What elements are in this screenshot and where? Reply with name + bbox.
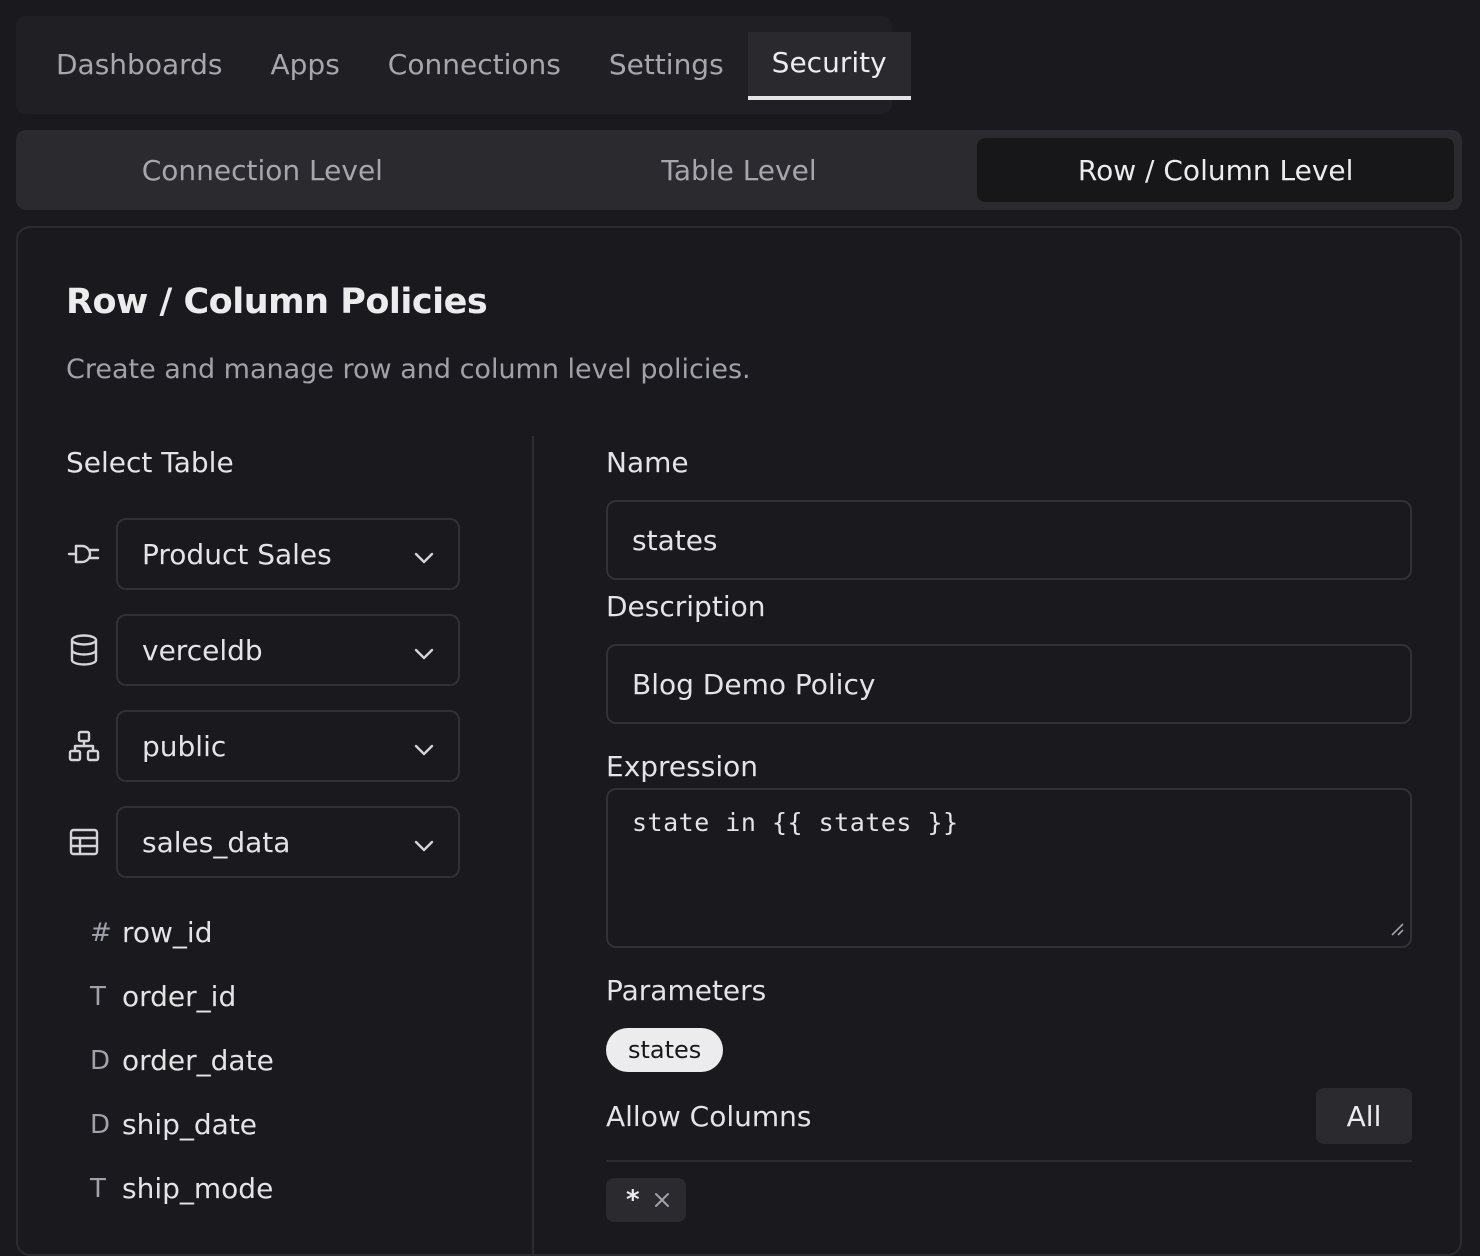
level-segmented-control: Connection Level Table Level Row / Colum…: [16, 130, 1462, 210]
resize-handle-icon[interactable]: [1390, 913, 1404, 942]
expression-value: state in {{ states }}: [632, 808, 959, 837]
list-item: T ship_mode: [90, 1172, 273, 1205]
column-type-indicator: T: [90, 1173, 106, 1204]
table-icon: [66, 824, 102, 860]
connection-select-row: Product Sales: [66, 518, 460, 590]
table-select-value: sales_data: [142, 825, 291, 859]
tab-connections[interactable]: Connections: [364, 32, 585, 100]
allowed-column-chip: *: [606, 1178, 686, 1222]
expression-label: Expression: [606, 750, 758, 783]
table-select[interactable]: sales_data: [116, 806, 460, 878]
chevron-down-icon: [414, 730, 434, 763]
column-divider: [532, 436, 534, 1256]
top-nav: Dashboards Apps Connections Settings Sec…: [16, 16, 911, 114]
expression-textarea[interactable]: state in {{ states }}: [606, 788, 1412, 948]
column-name: ship_mode: [122, 1172, 274, 1205]
database-select-value: verceldb: [142, 633, 263, 667]
column-name: row_id: [122, 916, 213, 949]
chevron-down-icon: [414, 826, 434, 859]
tab-connection-level[interactable]: Connection Level: [24, 138, 501, 202]
description-label: Description: [606, 590, 766, 623]
connection-select[interactable]: Product Sales: [116, 518, 460, 590]
description-field-value: Blog Demo Policy: [632, 667, 876, 701]
schema-select-row: public: [66, 710, 460, 782]
schema-select-value: public: [142, 729, 227, 763]
schema-select[interactable]: public: [116, 710, 460, 782]
allow-columns-label: Allow Columns: [606, 1100, 812, 1133]
tab-apps[interactable]: Apps: [247, 32, 364, 100]
database-select-row: verceldb: [66, 614, 460, 686]
column-name: ship_date: [122, 1108, 258, 1141]
close-icon[interactable]: [654, 1185, 670, 1215]
list-item: # row_id: [90, 916, 212, 949]
list-item: T order_id: [90, 980, 236, 1013]
schema-icon: [66, 728, 102, 764]
parameter-chip[interactable]: states: [606, 1028, 724, 1072]
name-field[interactable]: states: [606, 500, 1412, 580]
column-type-indicator: D: [90, 1109, 111, 1140]
all-columns-button[interactable]: All: [1316, 1088, 1412, 1144]
connection-select-value: Product Sales: [142, 537, 332, 571]
column-type-indicator: D: [90, 1045, 111, 1076]
parameters-label: Parameters: [606, 974, 767, 1007]
column-type-indicator: T: [90, 981, 106, 1012]
database-icon: [66, 632, 102, 668]
table-select-row: sales_data: [66, 806, 460, 878]
tab-row-column-level[interactable]: Row / Column Level: [977, 138, 1455, 202]
chevron-down-icon: [414, 634, 434, 667]
tab-dashboards[interactable]: Dashboards: [32, 32, 247, 100]
page-title: Row / Column Policies: [66, 282, 488, 322]
description-field[interactable]: Blog Demo Policy: [606, 644, 1412, 724]
tab-settings[interactable]: Settings: [585, 32, 748, 100]
list-item: D order_date: [90, 1044, 274, 1077]
name-label: Name: [606, 446, 689, 479]
tab-table-level[interactable]: Table Level: [501, 138, 978, 202]
name-field-value: states: [632, 523, 718, 557]
select-table-label: Select Table: [66, 446, 234, 479]
column-name: order_id: [122, 980, 237, 1013]
allowed-column-value: *: [626, 1185, 640, 1215]
page-subtitle: Create and manage row and column level p…: [66, 354, 751, 385]
plug-icon: [66, 536, 102, 572]
divider: [606, 1160, 1412, 1162]
column-type-indicator: #: [90, 917, 112, 948]
database-select[interactable]: verceldb: [116, 614, 460, 686]
tab-security[interactable]: Security: [747, 32, 911, 100]
chevron-down-icon: [414, 538, 434, 571]
column-name: order_date: [122, 1044, 274, 1077]
policies-card: Row / Column Policies Create and manage …: [16, 226, 1462, 1256]
list-item: D ship_date: [90, 1108, 257, 1141]
